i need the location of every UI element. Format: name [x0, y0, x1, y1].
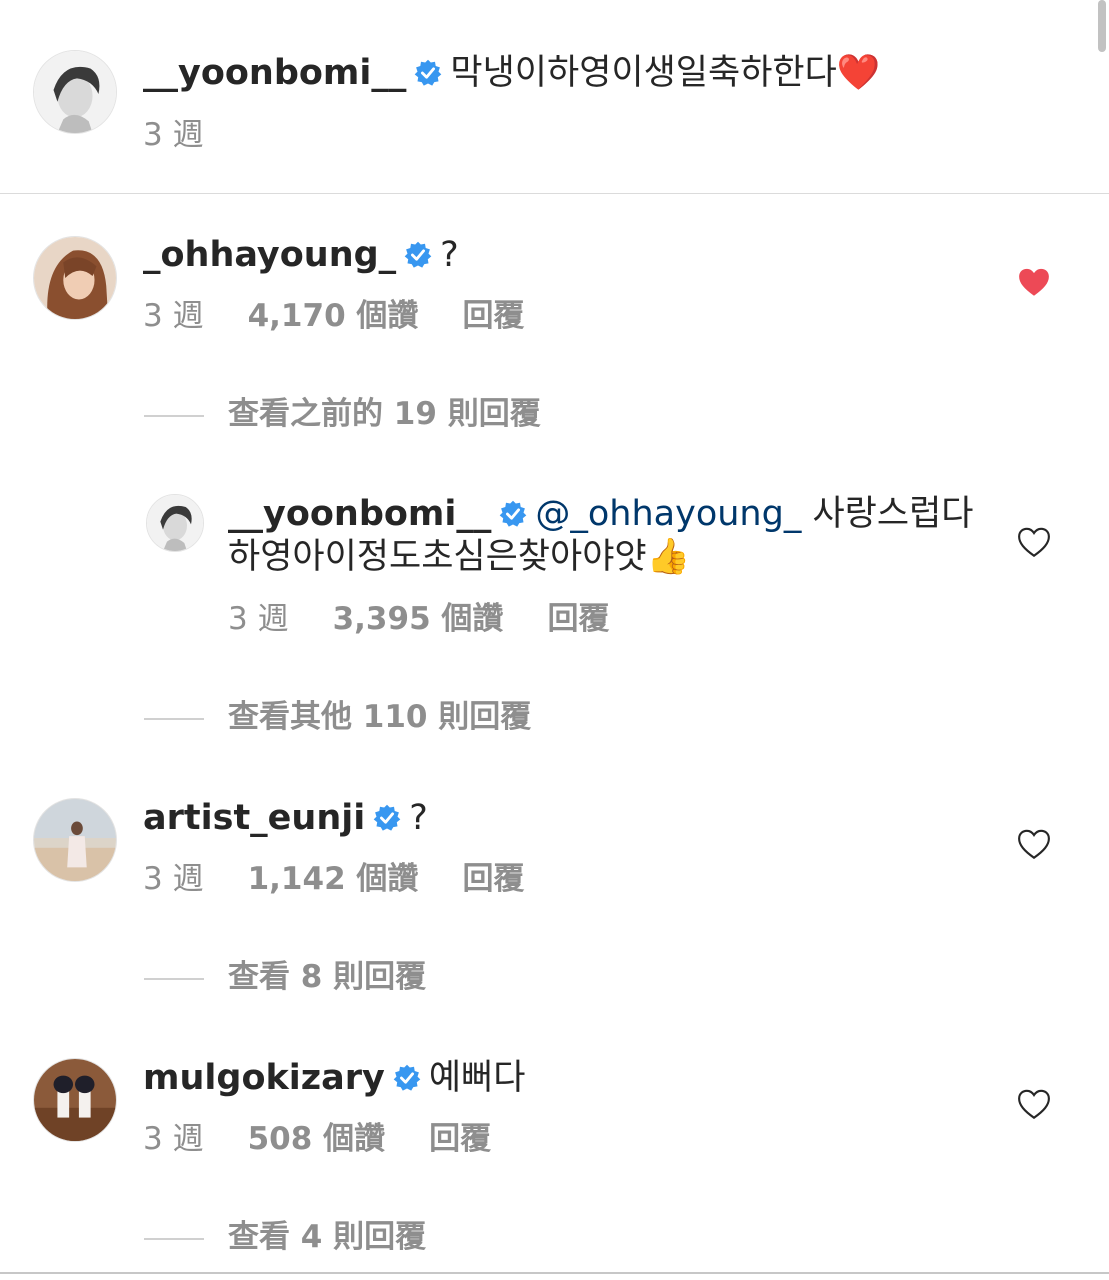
replies-dash: [144, 1237, 204, 1240]
bottom-divider: [0, 1272, 1109, 1274]
view-replies-label: 查看之前的 19 則回覆: [228, 396, 541, 432]
avatar[interactable]: [33, 236, 117, 320]
replies-dash: [144, 977, 204, 980]
username-link[interactable]: _ohhayoung_: [143, 235, 396, 275]
avatar[interactable]: [33, 1058, 117, 1142]
comment-line: mulgokizary 예뻐다: [143, 1057, 525, 1099]
username-link[interactable]: mulgokizary: [143, 1058, 385, 1098]
comment-meta: 3 週: [143, 116, 248, 154]
comment-text: ?: [440, 235, 459, 275]
comment-text: 하영아이정도초심은찾아야얏: [228, 537, 647, 577]
comment-time: 3 週: [143, 1121, 204, 1157]
comment-meta: 3 週 4,170 個讚 回覆: [143, 297, 568, 335]
comment-text: 예뻐다: [428, 1058, 526, 1098]
divider: [0, 193, 1109, 194]
verified-badge-icon: [404, 241, 432, 268]
heart-outline-icon[interactable]: [1017, 828, 1051, 862]
view-replies-label: 查看 4 則回覆: [228, 1219, 427, 1255]
comment-time: 3 週: [143, 117, 204, 153]
view-replies-label: 查看其他 110 則回覆: [228, 699, 532, 735]
reply-button[interactable]: 回覆: [462, 861, 524, 897]
reply-button[interactable]: 回覆: [429, 1121, 491, 1157]
likes-count-link[interactable]: 4,170 個讚: [248, 298, 419, 334]
view-replies-button[interactable]: 查看 4 則回覆: [144, 1218, 426, 1256]
heart-filled-icon[interactable]: [1017, 266, 1051, 300]
comment-time: 3 週: [143, 861, 204, 897]
replies-dash: [144, 414, 204, 417]
comment-time: 3 週: [228, 601, 289, 637]
comment-line: __yoonbomi__ @_ohhayoung_ 사랑스럽다: [228, 493, 973, 535]
view-replies-label: 查看 8 則回覆: [228, 959, 427, 995]
comment-text: ?: [409, 798, 428, 838]
username-link[interactable]: __yoonbomi__: [143, 53, 406, 93]
verified-badge-icon: [415, 59, 442, 86]
comment-line: _ohhayoung_ ?: [143, 234, 459, 276]
red-heart-emoji: ❤️: [836, 53, 881, 93]
comment-line: __yoonbomi__ 막냉이하영이생일축하한다❤️: [143, 52, 880, 94]
thumbs-up-emoji: 👍: [646, 537, 691, 577]
comment-line-2: 하영아이정도초심은찾아야얏👍: [228, 536, 690, 578]
comment-time: 3 週: [143, 298, 204, 334]
likes-count-link[interactable]: 1,142 個讚: [248, 861, 419, 897]
verified-badge-icon: [373, 804, 401, 831]
username-link[interactable]: artist_eunji: [143, 798, 365, 838]
comment-line: artist_eunji ?: [143, 797, 428, 839]
heart-outline-icon[interactable]: [1017, 526, 1051, 560]
likes-count-link[interactable]: 508 個讚: [248, 1121, 386, 1157]
reply-button[interactable]: 回覆: [547, 601, 609, 637]
verified-badge-icon: [393, 1064, 421, 1091]
avatar[interactable]: [33, 50, 117, 134]
replies-dash: [144, 717, 204, 720]
comment-meta: 3 週 508 個讚 回覆: [143, 1120, 535, 1158]
mention-link[interactable]: @_ohhayoung_: [535, 494, 801, 534]
heart-outline-icon[interactable]: [1017, 1088, 1051, 1122]
likes-count-link[interactable]: 3,395 個讚: [333, 601, 504, 637]
verified-badge-icon: [500, 500, 527, 527]
username-link[interactable]: __yoonbomi__: [228, 494, 491, 534]
view-replies-button[interactable]: 查看 8 則回覆: [144, 958, 426, 996]
scrollbar-thumb[interactable]: [1098, 0, 1106, 52]
comment-text: 막냉이하영이생일축하한다: [450, 53, 837, 93]
comment-meta: 3 週 3,395 個讚 回覆: [228, 600, 653, 638]
avatar[interactable]: [33, 798, 117, 882]
view-replies-button[interactable]: 查看其他 110 則回覆: [144, 698, 531, 736]
avatar[interactable]: [146, 494, 204, 552]
comment-text: 사랑스럽다: [812, 494, 974, 534]
reply-button[interactable]: 回覆: [462, 298, 524, 334]
comment-meta: 3 週 1,142 個讚 回覆: [143, 860, 568, 898]
view-replies-button[interactable]: 查看之前的 19 則回覆: [144, 395, 541, 433]
